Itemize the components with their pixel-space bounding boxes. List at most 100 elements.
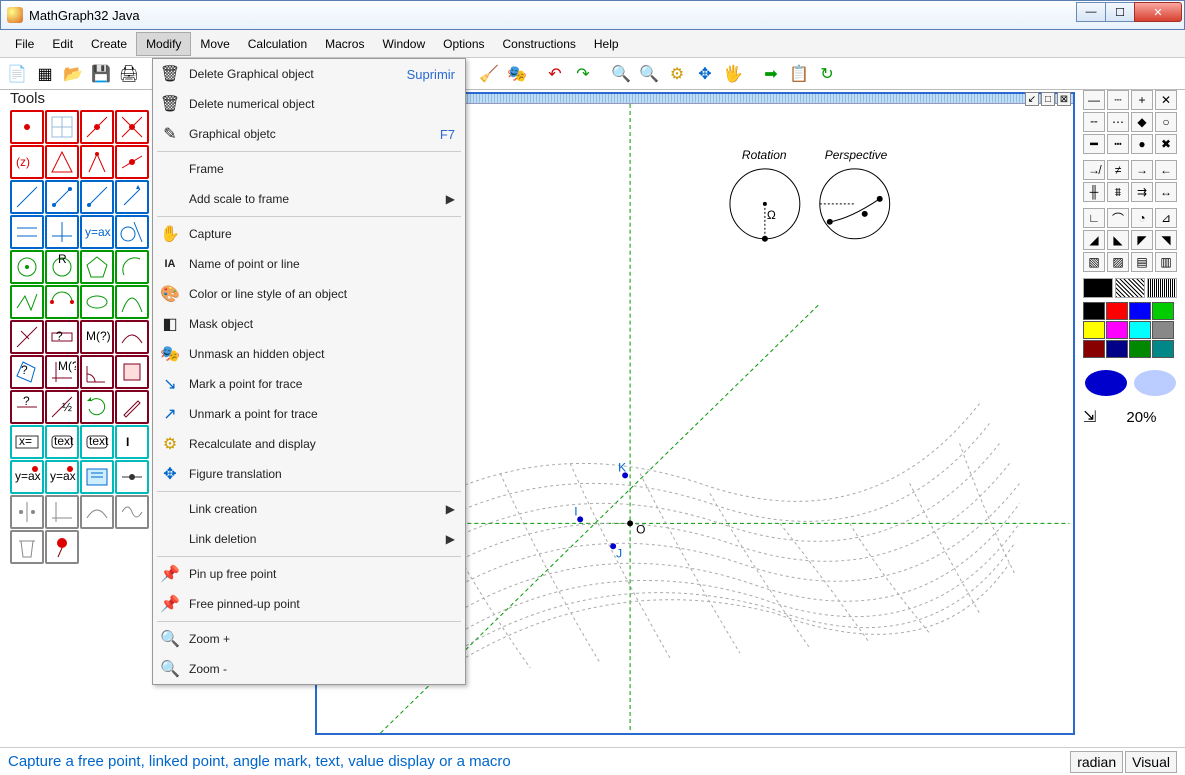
tool-link-text[interactable]: I <box>115 425 149 459</box>
tool-poly2[interactable]: ? <box>10 355 44 389</box>
style-dashdot[interactable]: ⋯ <box>1107 112 1129 132</box>
tool-text2[interactable]: text <box>80 425 114 459</box>
tool-xeq[interactable]: x= <box>10 425 44 459</box>
tool-arc[interactable] <box>115 250 149 284</box>
style-circle-s[interactable]: ○ <box>1155 112 1177 132</box>
tool-segment[interactable] <box>45 180 79 214</box>
tool-grid-point[interactable] <box>45 110 79 144</box>
tool-axes[interactable] <box>45 495 79 529</box>
tool-line[interactable] <box>10 180 44 214</box>
dd-link-creation[interactable]: Link creation▶ <box>153 494 465 524</box>
tool-tangent[interactable] <box>115 215 149 249</box>
tool-polyline[interactable] <box>10 285 44 319</box>
doc-icon[interactable]: 📋 <box>786 61 812 87</box>
redo-icon[interactable]: ↷ <box>570 61 596 87</box>
tool-perpendicular[interactable] <box>45 215 79 249</box>
save-icon[interactable]: 💾 <box>88 61 114 87</box>
style-diamond[interactable]: ◆ <box>1131 112 1153 132</box>
style-plus[interactable]: + <box>1131 90 1153 110</box>
reload-icon[interactable]: ↻ <box>814 61 840 87</box>
style-filled-circle[interactable]: ● <box>1131 134 1153 154</box>
angle-arc[interactable]: ⌒ <box>1107 208 1129 228</box>
color-green[interactable] <box>1152 302 1174 320</box>
dd-delete-numerical[interactable]: 🗑Delete numerical object <box>153 89 465 119</box>
tool-parallel[interactable] <box>10 215 44 249</box>
tool-text[interactable]: text <box>45 425 79 459</box>
new-icon[interactable]: 📄 <box>4 61 30 87</box>
fill-d2[interactable]: ▨ <box>1107 252 1129 272</box>
tool-yeq2[interactable]: y=ax <box>45 460 79 494</box>
color-navy[interactable] <box>1106 340 1128 358</box>
color-black[interactable] <box>1083 302 1105 320</box>
tool-pin[interactable] <box>45 530 79 564</box>
grid-icon[interactable]: ▦ <box>32 61 58 87</box>
undo-icon[interactable]: ↶ <box>542 61 568 87</box>
menu-calculation[interactable]: Calculation <box>239 33 316 55</box>
fill-d4[interactable]: ▥ <box>1155 252 1177 272</box>
status-visual[interactable]: Visual <box>1125 751 1177 773</box>
tool-vector[interactable] <box>115 180 149 214</box>
dd-zoom-out[interactable]: 🔍Zoom - <box>153 654 465 684</box>
angle-full[interactable]: ◔ <box>1131 208 1153 228</box>
menu-options[interactable]: Options <box>434 33 493 55</box>
tool-arc2[interactable] <box>45 285 79 319</box>
status-radian[interactable]: radian <box>1070 751 1123 773</box>
dd-mask[interactable]: ◧Mask object <box>153 309 465 339</box>
end-hash2[interactable]: ╫ <box>1083 182 1105 202</box>
fill-hatch[interactable] <box>1115 278 1145 298</box>
dd-recalculate[interactable]: ⚙Recalculate and display <box>153 429 465 459</box>
tool-eq-line[interactable]: y=ax+b <box>80 215 114 249</box>
dd-link-deletion[interactable]: Link deletion▶ <box>153 524 465 554</box>
color-darkgreen[interactable] <box>1129 340 1151 358</box>
end-double-r[interactable]: ⇉ <box>1131 182 1153 202</box>
tool-edit[interactable] <box>80 460 114 494</box>
curtain-icon[interactable]: 🎭 <box>504 61 530 87</box>
end-arrow-r[interactable]: → <box>1131 160 1153 180</box>
tool-ray[interactable] <box>80 180 114 214</box>
dd-name[interactable]: IAName of point or line <box>153 249 465 279</box>
menu-window[interactable]: Window <box>373 33 434 55</box>
angle-d2[interactable]: ◣ <box>1107 230 1129 250</box>
end-none[interactable]: ↛ <box>1083 160 1105 180</box>
tool-point[interactable] <box>10 110 44 144</box>
angle-right[interactable]: ∟ <box>1083 208 1105 228</box>
tool-angle[interactable] <box>80 355 114 389</box>
style-dash3[interactable]: ┅ <box>1107 134 1129 154</box>
tool-measure3[interactable] <box>115 320 149 354</box>
color-gray[interactable] <box>1152 321 1174 339</box>
tool-pencil[interactable] <box>115 390 149 424</box>
maximize-button[interactable]: ☐ <box>1105 2 1135 22</box>
fill-d3[interactable]: ▤ <box>1131 252 1153 272</box>
dd-translation[interactable]: ✥Figure translation <box>153 459 465 489</box>
eraser-icon[interactable]: 🧹 <box>476 61 502 87</box>
menu-move[interactable]: Move <box>191 33 238 55</box>
menu-constructions[interactable]: Constructions <box>494 33 585 55</box>
tool-coord-point[interactable]: (z) <box>10 145 44 179</box>
end-double-l[interactable]: ↔ <box>1155 182 1177 202</box>
color-teal[interactable] <box>1152 340 1174 358</box>
move-icon[interactable]: ✥ <box>692 61 718 87</box>
dd-frame[interactable]: Frame <box>153 154 465 184</box>
dd-unpin[interactable]: 📌Free pinned-up point <box>153 589 465 619</box>
tool-slope[interactable]: ½ <box>45 390 79 424</box>
angle-cross[interactable]: ⊿ <box>1155 208 1177 228</box>
minimize-button[interactable]: — <box>1076 2 1106 22</box>
menu-file[interactable]: File <box>6 33 43 55</box>
tool-measure2[interactable]: M(?) <box>80 320 114 354</box>
menu-edit[interactable]: Edit <box>43 33 82 55</box>
style-dash2[interactable]: ╌ <box>1083 112 1105 132</box>
style-dashed[interactable]: ┄ <box>1107 90 1129 110</box>
ellipse-fill-solid[interactable] <box>1085 370 1127 396</box>
zoom-slider-icon[interactable]: ⇲ <box>1083 407 1096 427</box>
end-arrow-l[interactable]: ← <box>1155 160 1177 180</box>
tool-conic[interactable] <box>115 285 149 319</box>
tool-bisector[interactable] <box>80 145 114 179</box>
color-magenta[interactable] <box>1106 321 1128 339</box>
forward-icon[interactable]: ➡ <box>758 61 784 87</box>
color-yellow[interactable] <box>1083 321 1105 339</box>
menu-modify[interactable]: Modify <box>136 32 191 56</box>
dd-zoom-in[interactable]: 🔍Zoom + <box>153 624 465 654</box>
color-blue[interactable] <box>1129 302 1151 320</box>
dd-unmask[interactable]: 🎭Unmask an hidden object <box>153 339 465 369</box>
tool-refresh[interactable] <box>80 390 114 424</box>
